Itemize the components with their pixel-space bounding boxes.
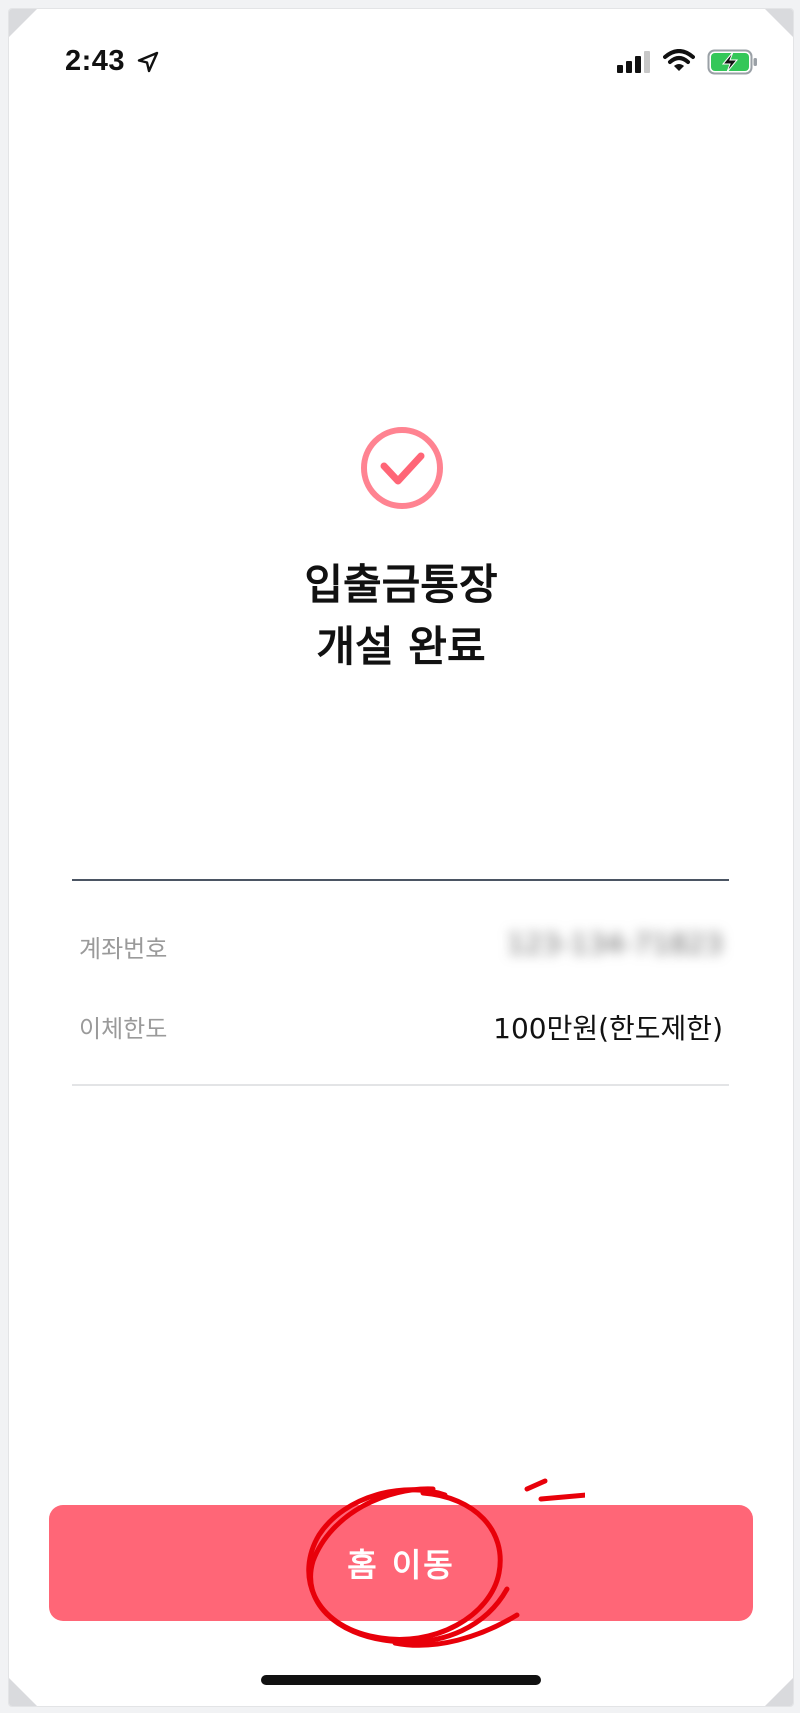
page-corner	[765, 9, 793, 37]
location-arrow-icon	[137, 51, 159, 73]
account-number-label: 계좌번호	[79, 935, 168, 963]
check-circle-icon	[361, 427, 443, 509]
home-indicator	[261, 1675, 541, 1685]
transfer-limit-value: 100만원(한도제한)	[493, 1012, 723, 1045]
status-time: 2:43	[65, 45, 126, 77]
result-title-line2: 개설 완료	[316, 622, 486, 671]
wifi-icon	[663, 49, 695, 71]
transfer-limit-label: 이체한도	[79, 1015, 168, 1043]
result-title-line1: 입출금통장	[304, 560, 498, 609]
account-number-value: 123-134-71823	[506, 927, 723, 960]
page-corner	[765, 1678, 793, 1706]
page-corner	[9, 9, 37, 37]
divider	[72, 879, 729, 881]
home-button[interactable]: 홈 이동	[49, 1505, 753, 1621]
page-corner	[9, 1678, 37, 1706]
battery-charging-icon	[707, 49, 757, 75]
phone-screen: 2:43 입출금통장 개설 완료 계좌번호 123-134-71823 이체한도…	[8, 8, 794, 1707]
divider	[72, 1084, 729, 1086]
cellular-signal-icon	[617, 51, 650, 73]
home-button-label: 홈 이동	[347, 1546, 455, 1584]
